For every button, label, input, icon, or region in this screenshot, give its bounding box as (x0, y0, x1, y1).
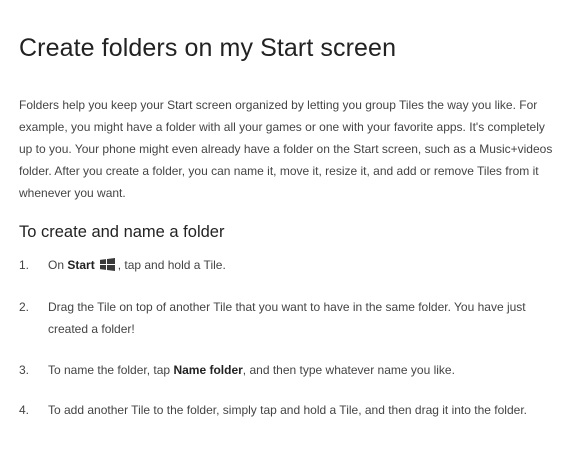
step-text-after: , and then type whatever name you like. (242, 363, 455, 377)
step-number: 3. (19, 363, 30, 377)
step-number: 4. (19, 403, 30, 417)
section-heading: To create and name a folder (19, 223, 225, 241)
step-number: 1. (19, 258, 30, 272)
intro-paragraph: Folders help you keep your Start screen … (19, 98, 553, 200)
step-text: To add another Tile to the folder, simpl… (48, 403, 527, 417)
step-text: To name the folder, tap Name folder, and… (48, 359, 558, 381)
step-text: On Start , tap and hold a Tile. (48, 254, 558, 276)
windows-logo-icon (99, 258, 115, 271)
page-title: Create folders on my Start screen (19, 34, 397, 62)
step-text-after: , tap and hold a Tile. (117, 258, 226, 272)
step-text-before: To name the folder, tap (48, 363, 171, 377)
step-number: 2. (19, 300, 30, 314)
step-bold-term: Start (67, 258, 95, 272)
step-text-before: On (48, 258, 65, 272)
step-bold-term: Name folder (173, 363, 243, 377)
step-text: Drag the Tile on top of another Tile tha… (48, 300, 526, 336)
